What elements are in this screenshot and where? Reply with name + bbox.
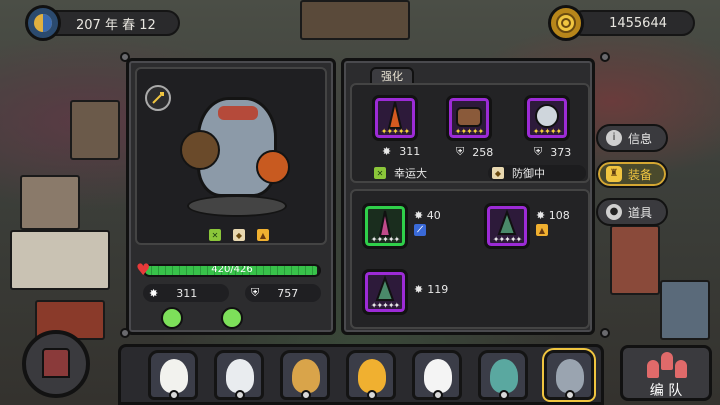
date-text: 207 年 春 12 bbox=[76, 17, 156, 33]
attack-icon: ✸ bbox=[414, 209, 424, 222]
attack-icon: ✸ bbox=[149, 286, 159, 300]
inventory-item-2-stat: ✸ 108 ▲ bbox=[536, 209, 570, 236]
hero-defense-stat: ⛨ 757 bbox=[245, 284, 321, 302]
inventory-item-3-stat: ✸ 119 bbox=[414, 283, 449, 296]
equip-slot-armor[interactable]: ✦✦✦✦✦ bbox=[446, 95, 492, 141]
tab-items[interactable]: ● 道具 bbox=[596, 198, 668, 226]
item-bag-icon: ● bbox=[606, 204, 622, 220]
equip-slot-shield[interactable]: ✦✦✦✦✦ bbox=[524, 95, 570, 141]
attack-icon: ✸ bbox=[382, 145, 392, 158]
inventory-area: ✦✦✦✦✦ ✸ 40 ⟋ ✦✦✦✦✦ ✸ 108 ▲ ✦✦✦✦✦ ✸ 119 bbox=[350, 189, 590, 329]
luck-icon: ✕ bbox=[374, 167, 386, 179]
hero-pedestal bbox=[187, 195, 287, 217]
equipment-panel: 强化 ✦✦✦✦✦ ✦✦✦✦✦ ✦✦✦✦✦ ✸ 311 ⛨ 258 ⛨ 373 ✕ 幸运… bbox=[341, 58, 595, 335]
hero-panel: ✕ ◆ ▲ 420/426 ♥ ✸ 311 ⛨ 757 bbox=[126, 58, 336, 335]
weapon-type-icon bbox=[145, 85, 171, 111]
attack-icon: ✸ bbox=[536, 209, 546, 222]
trait-luck: ✕ 幸运大 bbox=[374, 165, 427, 181]
defense-icon: ◆ bbox=[233, 229, 245, 241]
potion-slot-2[interactable] bbox=[221, 307, 243, 329]
inventory-item-3[interactable]: ✦✦✦✦✦ bbox=[362, 269, 408, 315]
hp-text: 420/426 bbox=[211, 264, 253, 275]
panel-rivet bbox=[120, 328, 130, 338]
gold-display: 1455644 bbox=[570, 10, 695, 36]
team-formation-button[interactable]: 编 队 bbox=[620, 345, 712, 401]
team-label: 编 队 bbox=[649, 383, 683, 399]
buff-icon: ▲ bbox=[536, 224, 548, 236]
equipment-icon: ♜ bbox=[606, 166, 622, 182]
date-display: 207 年 春 12 bbox=[40, 10, 180, 36]
trait-defense: ◆ 防御中 bbox=[488, 165, 586, 181]
hero-attack-stat: ✸ 311 bbox=[143, 284, 229, 302]
hero-preview-area: ✕ ◆ ▲ bbox=[135, 67, 327, 245]
hero-slot-tiger[interactable] bbox=[346, 350, 396, 400]
tab-equipment[interactable]: ♜ 装备 bbox=[596, 160, 668, 188]
potion-slot-1[interactable] bbox=[161, 307, 183, 329]
tab-info[interactable]: i 信息 bbox=[596, 124, 668, 152]
speed-icon: ⟋ bbox=[414, 224, 426, 236]
enhance-label: 强化 bbox=[381, 70, 403, 83]
hero-slot-crocodile[interactable] bbox=[478, 350, 528, 400]
gold-amount: 1455644 bbox=[609, 15, 667, 31]
hero-slot-polar-bear[interactable] bbox=[214, 350, 264, 400]
inventory-item-1-stat: ✸ 40 ⟋ bbox=[414, 209, 441, 236]
hero-attack-value: 311 bbox=[176, 286, 198, 300]
buff-icon: ▲ bbox=[257, 229, 269, 241]
team-icon bbox=[647, 352, 687, 378]
hp-bar: 420/426 bbox=[143, 264, 321, 277]
equip-shield-stat: ⛨ 373 bbox=[534, 145, 572, 159]
luck-icon: ✕ bbox=[209, 229, 221, 241]
equipped-area: ✦✦✦✦✦ ✦✦✦✦✦ ✦✦✦✦✦ ✸ 311 ⛨ 258 ⛨ 373 ✕ 幸运大 ◆… bbox=[350, 83, 590, 183]
hero-slot-giraffe[interactable] bbox=[280, 350, 330, 400]
hero-slot-duck[interactable] bbox=[148, 350, 198, 400]
hero-trait-icons: ✕ ◆ ▲ bbox=[209, 229, 269, 241]
map-button[interactable] bbox=[22, 330, 90, 398]
hero-slot-rhino[interactable] bbox=[544, 350, 594, 400]
shield-icon: ⛨ bbox=[534, 145, 543, 158]
hero-portrait bbox=[180, 97, 290, 197]
inventory-item-1[interactable]: ✦✦✦✦✦ bbox=[362, 203, 408, 249]
season-icon bbox=[25, 5, 61, 41]
gold-coin-icon bbox=[548, 5, 584, 41]
attack-icon: ✸ bbox=[414, 283, 424, 296]
panel-rivet bbox=[600, 328, 610, 338]
shield-icon: ⛨ bbox=[251, 286, 260, 299]
info-icon: i bbox=[606, 130, 622, 146]
panel-rivet bbox=[120, 52, 130, 62]
panel-rivet bbox=[600, 52, 610, 62]
equip-weapon-stat: ✸ 311 bbox=[382, 145, 421, 158]
shield-icon: ⛨ bbox=[456, 145, 465, 158]
equip-armor-stat: ⛨ 258 bbox=[456, 145, 494, 159]
defense-icon: ◆ bbox=[492, 167, 504, 179]
heart-icon: ♥ bbox=[136, 260, 151, 279]
castle-icon bbox=[42, 348, 70, 378]
equip-slot-weapon[interactable]: ✦✦✦✦✦ bbox=[372, 95, 418, 141]
inventory-item-2[interactable]: ✦✦✦✦✦ bbox=[484, 203, 530, 249]
hero-slot-goose[interactable] bbox=[412, 350, 462, 400]
hero-defense-value: 757 bbox=[277, 286, 299, 300]
